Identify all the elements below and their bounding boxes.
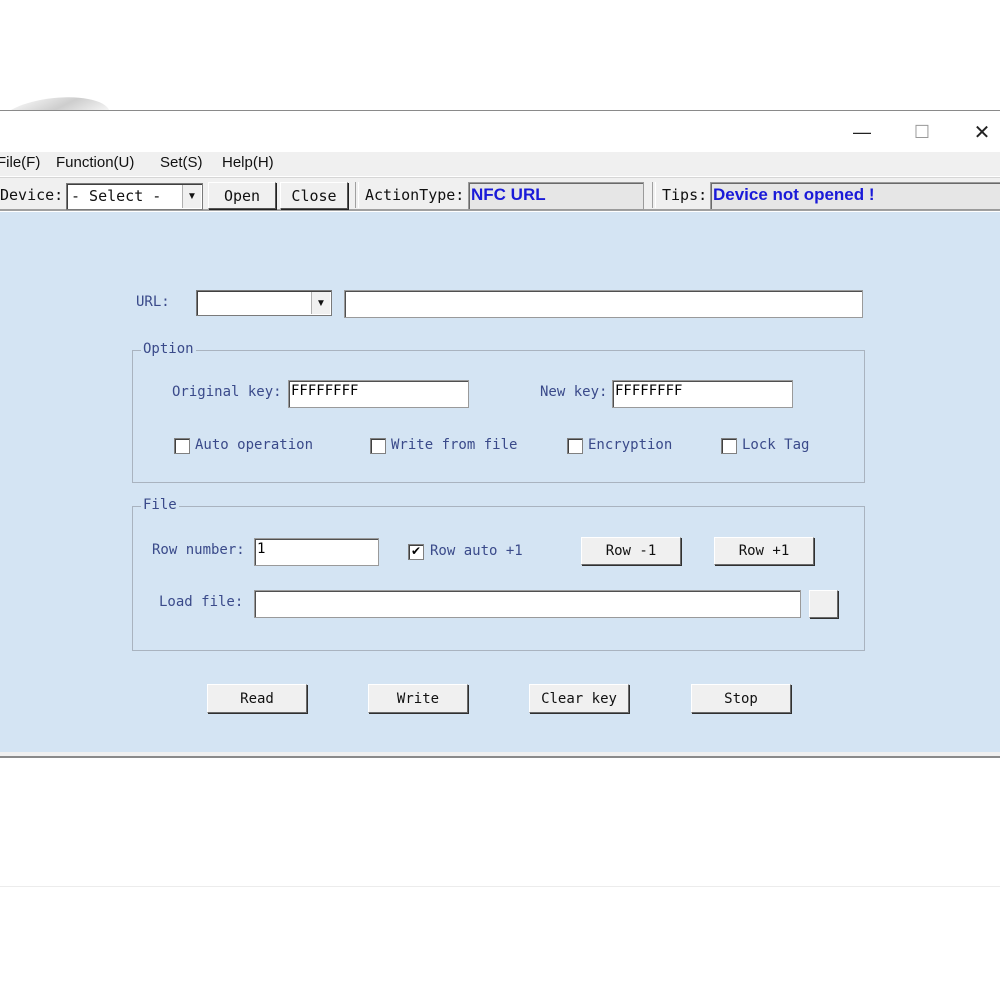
maximize-button[interactable]: ☐	[902, 118, 942, 146]
tips-value: Device not opened !	[713, 185, 875, 204]
row-number-label: Row number:	[152, 542, 245, 558]
background-divider	[0, 886, 1000, 887]
tips-label: Tips:	[662, 186, 708, 204]
original-key-value: FFFFFFFF	[291, 383, 359, 399]
chevron-down-icon[interactable]: ▼	[182, 185, 201, 208]
menu-file[interactable]: File(F)	[0, 154, 40, 171]
original-key-input[interactable]: FFFFFFFF	[288, 380, 469, 408]
row-auto-label[interactable]: Row auto +1	[430, 543, 523, 559]
actiontype-label: ActionType:	[365, 186, 465, 204]
actiontype-display: NFC URL	[468, 182, 644, 210]
write-from-file-checkbox[interactable]	[370, 438, 386, 454]
clear-key-button[interactable]: Clear key	[529, 684, 629, 713]
toolbar-separator	[652, 182, 656, 208]
lock-tag-label[interactable]: Lock Tag	[742, 437, 809, 453]
menu-bar: File(F) Function(U) Set(S) Help(H)	[0, 152, 1000, 176]
auto-operation-label[interactable]: Auto operation	[195, 437, 313, 453]
original-key-label: Original key:	[172, 384, 282, 400]
file-group: File	[132, 497, 865, 651]
url-input[interactable]	[344, 290, 863, 318]
actiontype-value: NFC URL	[471, 185, 546, 204]
new-key-input[interactable]: FFFFFFFF	[612, 380, 793, 408]
device-select[interactable]: - Select - ▼	[66, 183, 203, 210]
lock-tag-checkbox[interactable]	[721, 438, 737, 454]
close-window-button[interactable]: ✕	[962, 118, 1000, 146]
new-key-value: FFFFFFFF	[615, 383, 683, 399]
chevron-down-icon[interactable]: ▼	[311, 292, 330, 314]
open-button[interactable]: Open	[208, 182, 276, 209]
row-auto-checkbox[interactable]: ✔	[408, 544, 424, 560]
auto-operation-checkbox[interactable]	[174, 438, 190, 454]
option-group-title: Option	[141, 341, 196, 357]
row-number-value: 1	[257, 541, 266, 557]
menu-set[interactable]: Set(S)	[160, 154, 203, 171]
main-panel: URL: ▼ Option Original key: FFFFFFFF New…	[0, 212, 1000, 752]
row-number-input[interactable]: 1	[254, 538, 379, 566]
toolbar: Device: - Select - ▼ Open Close ActionTy…	[0, 177, 1000, 211]
read-button[interactable]: Read	[207, 684, 307, 713]
window-bottom-edge	[0, 752, 1000, 758]
minimize-button[interactable]: —	[842, 118, 882, 146]
load-file-input[interactable]	[254, 590, 801, 618]
menu-help[interactable]: Help(H)	[222, 154, 274, 171]
write-button[interactable]: Write	[368, 684, 468, 713]
new-key-label: New key:	[540, 384, 608, 400]
tips-display: Device not opened !	[710, 182, 1000, 210]
url-prefix-select[interactable]: ▼	[196, 290, 332, 316]
file-group-title: File	[141, 497, 179, 513]
load-file-label: Load file:	[159, 594, 244, 610]
device-label: Device:	[0, 186, 64, 204]
row-plus-button[interactable]: Row +1	[714, 537, 814, 565]
close-button[interactable]: Close	[280, 182, 348, 209]
browse-file-button[interactable]	[809, 590, 838, 618]
option-group: Option	[132, 341, 865, 483]
encryption-checkbox[interactable]	[567, 438, 583, 454]
row-minus-button[interactable]: Row -1	[581, 537, 681, 565]
menu-function[interactable]: Function(U)	[56, 154, 134, 171]
encryption-label[interactable]: Encryption	[588, 437, 672, 453]
stop-button[interactable]: Stop	[691, 684, 791, 713]
toolbar-separator	[355, 182, 359, 208]
url-label: URL:	[136, 294, 170, 310]
write-from-file-label[interactable]: Write from file	[391, 437, 517, 453]
check-icon: ✔	[410, 544, 422, 558]
device-select-value: - Select -	[71, 187, 162, 205]
